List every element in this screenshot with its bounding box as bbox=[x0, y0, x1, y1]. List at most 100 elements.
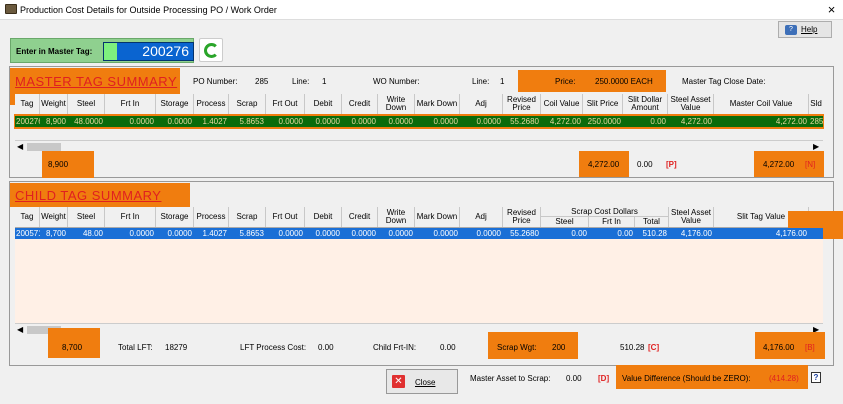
child-header-credit[interactable]: Credit bbox=[342, 207, 378, 227]
child-cell-scrap: 5.8653 bbox=[239, 229, 264, 238]
po-number-label: PO Number: bbox=[193, 77, 238, 86]
line-value: 1 bbox=[322, 77, 327, 86]
child-header-scrap-cost-group: Scrap Cost Dollars bbox=[541, 207, 669, 217]
header-weight[interactable]: Weight bbox=[40, 94, 68, 114]
child-cell-scrap-frt-in: 0.00 bbox=[617, 229, 633, 238]
master-asset-scrap-value: 0.00 bbox=[566, 374, 582, 383]
cell-coil-value: 4,272.00 bbox=[549, 117, 581, 126]
child-scroll-left-icon[interactable]: ◀ bbox=[17, 325, 23, 334]
cell-mark-down: 0.0000 bbox=[433, 117, 458, 126]
price-label: Price: bbox=[555, 77, 576, 86]
header-storage[interactable]: Storage bbox=[156, 94, 194, 114]
cell-debit: 0.0000 bbox=[315, 117, 340, 126]
header-credit[interactable]: Credit bbox=[342, 94, 378, 114]
child-b-tag: [B] bbox=[805, 343, 815, 352]
cell-write-down: 0.0000 bbox=[388, 117, 413, 126]
master-row[interactable]: 200276 8,900 48.0000 0.0000 0.0000 1.402… bbox=[15, 116, 823, 127]
header-revised-price[interactable]: Revised Price bbox=[503, 94, 541, 114]
cell-adj: 0.0000 bbox=[476, 117, 501, 126]
help-label: Help bbox=[801, 25, 818, 34]
master-tag-input[interactable]: 200276 bbox=[103, 42, 194, 61]
line2-value: 1 bbox=[500, 77, 505, 86]
child-cell-tag: 200571 bbox=[16, 229, 40, 238]
child-header-scrap-total[interactable]: Total bbox=[635, 217, 669, 227]
header-frt-in[interactable]: Frt In bbox=[105, 94, 156, 114]
child-frt-in-value: 0.00 bbox=[440, 343, 456, 352]
child-grid-body bbox=[15, 239, 823, 323]
child-cell-process: 1.4027 bbox=[202, 229, 227, 238]
child-header-frt-in[interactable]: Frt In bbox=[105, 207, 156, 227]
child-cell-adj: 0.0000 bbox=[476, 229, 501, 238]
refresh-icon bbox=[204, 43, 219, 58]
child-header-steel[interactable]: Steel bbox=[68, 207, 105, 227]
header-slit-dollar-amount[interactable]: Slit Dollar Amount bbox=[623, 94, 668, 114]
help-button[interactable]: ? Help bbox=[778, 21, 832, 38]
cell-steel: 48.0000 bbox=[74, 117, 103, 126]
line2-label: Line: bbox=[472, 77, 490, 86]
child-cell-debit: 0.0000 bbox=[315, 229, 340, 238]
scroll-left-icon[interactable]: ◀ bbox=[17, 142, 23, 151]
child-header-frt-out[interactable]: Frt Out bbox=[266, 207, 305, 227]
cell-process: 1.4027 bbox=[202, 117, 227, 126]
total-lft-label: Total LFT: bbox=[118, 343, 153, 352]
header-mark-down[interactable]: Mark Down bbox=[415, 94, 460, 114]
header-steel[interactable]: Steel bbox=[68, 94, 105, 114]
child-header-revised-price[interactable]: Revised Price bbox=[503, 207, 541, 227]
master-summary-title: MASTER TAG SUMMARY bbox=[15, 74, 178, 89]
child-header-mark-down[interactable]: Mark Down bbox=[415, 207, 460, 227]
lft-process-cost-value: 0.00 bbox=[318, 343, 334, 352]
header-tag[interactable]: Tag bbox=[15, 94, 40, 114]
child-grid-header: Tag Weight Steel Frt In Storage Process … bbox=[15, 207, 823, 228]
cell-frt-out: 0.0000 bbox=[278, 117, 303, 126]
child-cell-write-down: 0.0000 bbox=[388, 229, 413, 238]
header-frt-out[interactable]: Frt Out bbox=[266, 94, 305, 114]
child-header-steel-asset-value[interactable]: Steel Asset Value bbox=[669, 207, 714, 227]
child-scrap-total: 510.28 bbox=[620, 343, 645, 352]
lft-process-cost-label: LFT Process Cost: bbox=[240, 343, 307, 352]
master-tag-entry: Enter in Master Tag: 200276 bbox=[10, 38, 194, 63]
refresh-button[interactable] bbox=[199, 38, 223, 62]
child-header-storage[interactable]: Storage bbox=[156, 207, 194, 227]
header-coil-value[interactable]: Coil Value bbox=[541, 94, 583, 114]
value-difference-label: Value Difference (Should be ZERO): bbox=[622, 374, 751, 383]
child-row[interactable]: 200571 8,700 48.00 0.0000 0.0000 1.4027 … bbox=[15, 228, 823, 239]
scroll-thumb[interactable] bbox=[27, 143, 61, 151]
child-c-tag: [C] bbox=[648, 343, 660, 352]
master-tag-value: 200276 bbox=[142, 43, 189, 59]
value-difference-help-button[interactable]: ? bbox=[811, 372, 821, 383]
child-horizontal-scrollbar[interactable]: ◀ ▶ bbox=[15, 323, 823, 335]
child-header-weight[interactable]: Weight bbox=[40, 207, 68, 227]
master-n-tag: [N] bbox=[805, 160, 816, 169]
cell-sld: 285 bbox=[810, 117, 823, 126]
child-header-process[interactable]: Process bbox=[194, 207, 229, 227]
child-header-adj[interactable]: Adj bbox=[460, 207, 503, 227]
po-number-value: 285 bbox=[255, 77, 269, 86]
header-steel-asset-value[interactable]: Steel Asset Value bbox=[668, 94, 714, 114]
child-total-weight: 8,700 bbox=[62, 343, 83, 352]
header-master-coil-value[interactable]: Master Coil Value bbox=[714, 94, 809, 114]
child-header-scrap-steel[interactable]: Steel bbox=[541, 217, 589, 227]
child-header-scrap-frt-in[interactable]: Frt In bbox=[589, 217, 635, 227]
child-header-scrap[interactable]: Scrap bbox=[229, 207, 266, 227]
child-cell-tar bbox=[809, 228, 823, 239]
header-debit[interactable]: Debit bbox=[305, 94, 342, 114]
cell-weight: 8,900 bbox=[45, 117, 66, 126]
header-scrap[interactable]: Scrap bbox=[229, 94, 266, 114]
master-horizontal-scrollbar[interactable]: ◀ ▶ bbox=[15, 140, 823, 152]
header-slit-price[interactable]: Slit Price bbox=[583, 94, 623, 114]
scrap-wgt-value: 200 bbox=[552, 343, 566, 352]
scroll-right-icon[interactable]: ▶ bbox=[813, 142, 819, 151]
child-header-debit[interactable]: Debit bbox=[305, 207, 342, 227]
child-header-tag[interactable]: Tag bbox=[15, 207, 40, 227]
header-process[interactable]: Process bbox=[194, 94, 229, 114]
close-window-icon[interactable]: × bbox=[820, 0, 843, 20]
child-cell-frt-in: 0.0000 bbox=[129, 229, 154, 238]
header-write-down[interactable]: Write Down bbox=[378, 94, 415, 114]
header-sld[interactable]: Sld bbox=[809, 94, 823, 114]
cell-slit-dollar-amount: 0.00 bbox=[650, 117, 666, 126]
close-button[interactable]: ✕ Close bbox=[386, 369, 458, 394]
child-header-write-down[interactable]: Write Down bbox=[378, 207, 415, 227]
header-adj[interactable]: Adj bbox=[460, 94, 503, 114]
total-lft-value: 18279 bbox=[165, 343, 188, 352]
cell-tag: 200276 bbox=[16, 117, 40, 126]
